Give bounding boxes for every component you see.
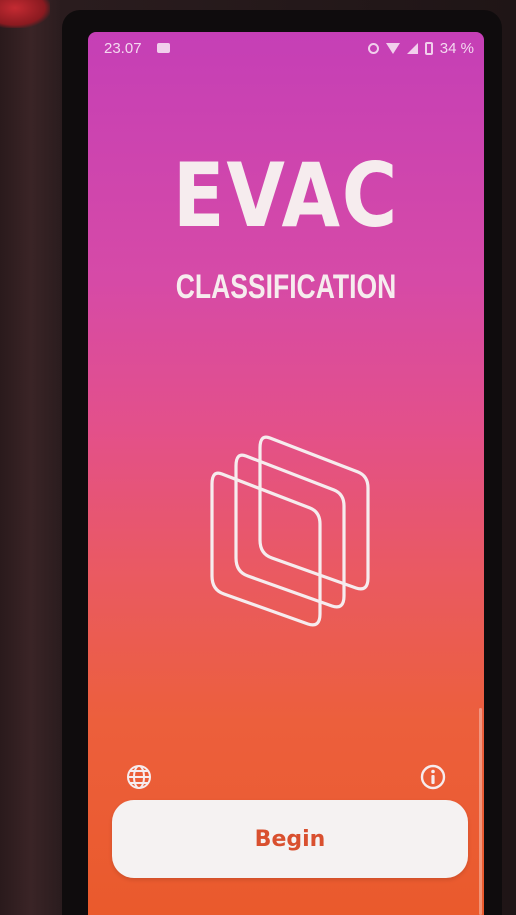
status-bar: 23.07 34 % (88, 32, 484, 66)
status-icons: 34 % (367, 40, 474, 57)
battery-icon (424, 42, 433, 55)
app-screen: 23.07 34 % EVAC CLASSIFICATION Begin (88, 32, 484, 915)
background-object (0, 0, 50, 28)
photo-background: 23.07 34 % EVAC CLASSIFICATION Begin (0, 0, 516, 915)
app-subtitle: CLASSIFICATION (175, 268, 397, 306)
battery-percent: 34 % (439, 40, 474, 57)
info-icon[interactable] (418, 762, 448, 792)
signal-icon (406, 43, 418, 54)
begin-button[interactable]: Begin (112, 800, 468, 878)
status-time: 23.07 (104, 40, 142, 57)
wifi-icon (385, 43, 400, 54)
globe-icon[interactable] (124, 762, 154, 792)
app-logo-text: EVAC (172, 144, 400, 247)
media-icon (157, 43, 170, 53)
layered-squares-icon (210, 435, 370, 627)
alarm-icon (367, 43, 379, 54)
scroll-indicator (479, 708, 482, 915)
